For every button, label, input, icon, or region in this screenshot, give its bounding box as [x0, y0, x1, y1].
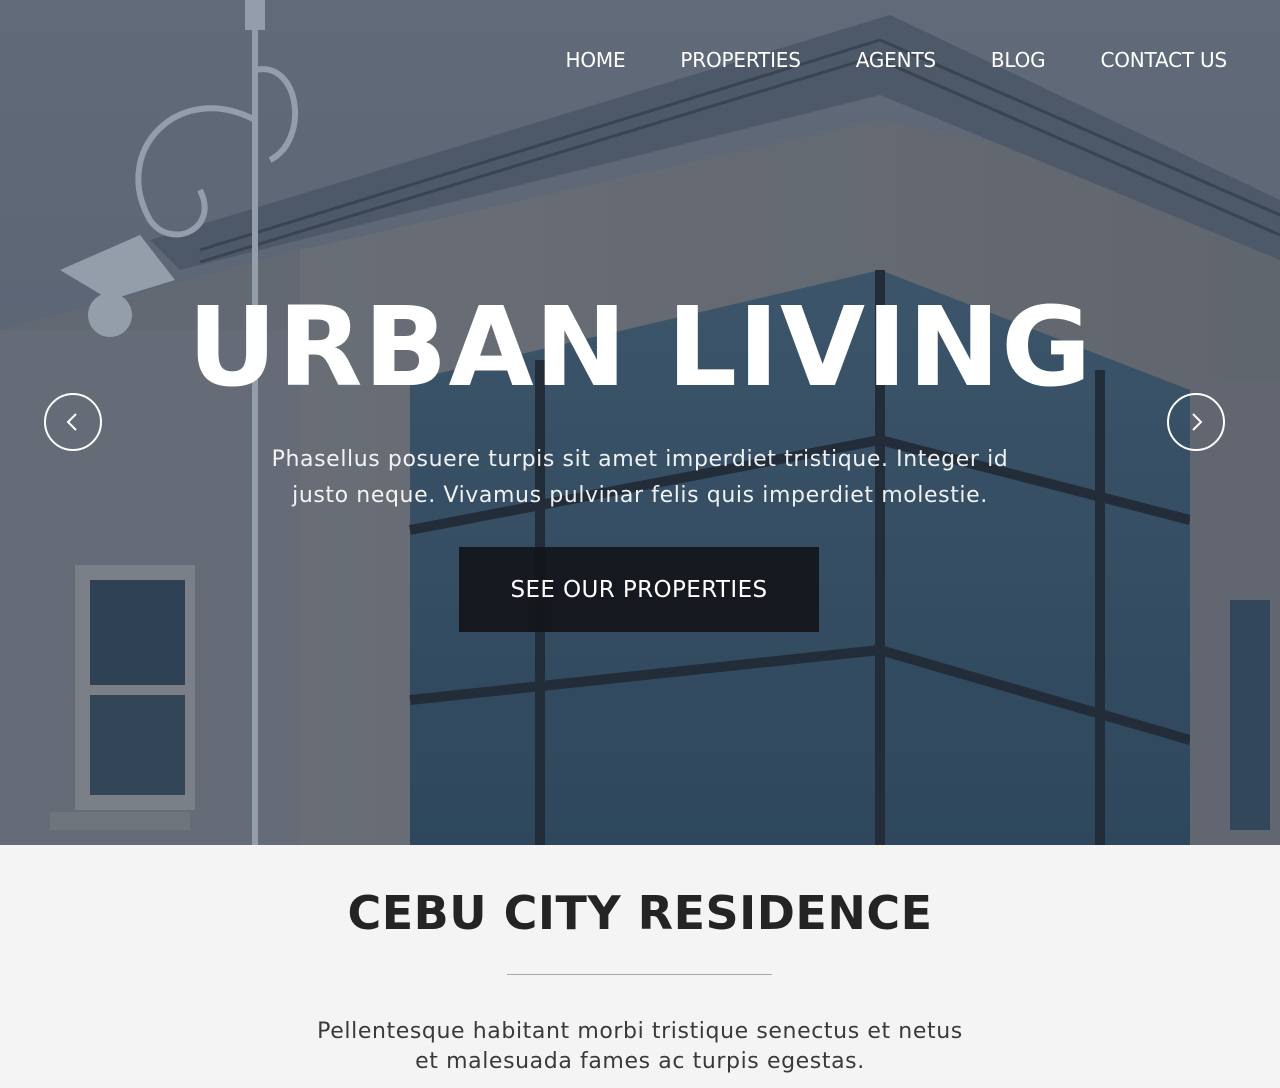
slider-next-button[interactable] — [1167, 393, 1225, 451]
nav-agents[interactable]: AGENTS — [856, 48, 936, 72]
nav-contact-us[interactable]: CONTACT US — [1100, 48, 1227, 72]
hero-subtitle-line-2: justo neque. Vivamus pulvinar felis quis… — [292, 483, 988, 508]
hero-overlay — [0, 0, 1280, 845]
nav-home[interactable]: HOME — [566, 48, 626, 72]
hero-slider: HOME PROPERTIES AGENTS BLOG CONTACT US U… — [0, 0, 1280, 845]
see-our-properties-button[interactable]: SEE OUR PROPERTIES — [459, 547, 819, 632]
chevron-left-icon — [66, 413, 77, 431]
section-description-line-2: et malesuada fames ac turpis egestas. — [415, 1049, 865, 1074]
chevron-right-icon — [1192, 413, 1203, 431]
hero-subtitle: Phasellus posuere turpis sit amet imperd… — [200, 442, 1080, 514]
hero-title: URBAN LIVING — [187, 283, 1093, 411]
main-nav: HOME PROPERTIES AGENTS BLOG CONTACT US — [566, 45, 1228, 75]
section-description: Pellentesque habitant morbi tristique se… — [250, 1017, 1030, 1077]
nav-properties[interactable]: PROPERTIES — [680, 48, 800, 72]
intro-section: CEBU CITY RESIDENCE Pellentesque habitan… — [0, 845, 1280, 1088]
slider-prev-button[interactable] — [44, 393, 102, 451]
title-divider — [507, 974, 772, 975]
section-title: CEBU CITY RESIDENCE — [347, 886, 933, 940]
section-description-line-1: Pellentesque habitant morbi tristique se… — [317, 1019, 963, 1044]
hero-subtitle-line-1: Phasellus posuere turpis sit amet imperd… — [271, 447, 1009, 472]
nav-blog[interactable]: BLOG — [991, 48, 1046, 72]
